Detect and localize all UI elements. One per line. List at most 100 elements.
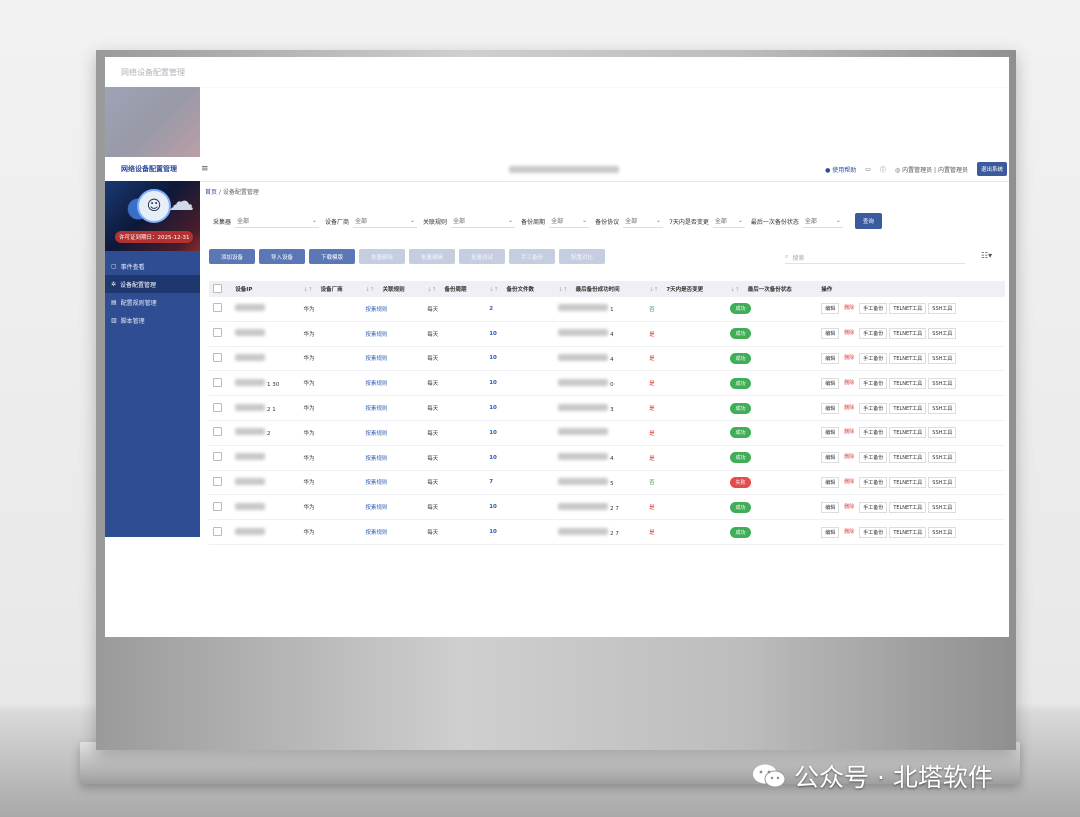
op-ssh-button[interactable]: SSH工具	[928, 526, 957, 538]
row-checkbox[interactable]	[213, 452, 222, 462]
op-ssh-button[interactable]: SSH工具	[928, 452, 957, 464]
rule-link[interactable]: 按素规则	[365, 505, 387, 511]
op-edit-button[interactable]: 编辑	[821, 427, 840, 439]
column-settings-icon[interactable]: ☷▾	[981, 251, 992, 260]
search-input[interactable]: ⌕ 搜索	[785, 251, 965, 264]
quit-button[interactable]: 退出系统	[976, 162, 1007, 176]
row-checkbox[interactable]	[213, 501, 222, 511]
batch-test-button[interactable]: 批量测试	[459, 249, 505, 264]
op-edit-button[interactable]: 编辑	[821, 501, 840, 513]
op-delete-button[interactable]: 删除	[841, 501, 858, 513]
op-edit-button[interactable]: 编辑	[821, 402, 840, 414]
op-telnet-button[interactable]: TELNET工具	[889, 328, 927, 340]
op-telnet-button[interactable]: TELNET工具	[889, 352, 927, 364]
row-checkbox[interactable]	[213, 328, 222, 338]
op-telnet-button[interactable]: TELNET工具	[889, 476, 927, 488]
op-delete-button[interactable]: 删除	[841, 328, 858, 340]
op-edit-button[interactable]: 编辑	[821, 377, 840, 389]
import-device-button[interactable]: 导入设备	[259, 249, 305, 264]
op-ssh-button[interactable]: SSH工具	[928, 476, 957, 488]
op-ssh-button[interactable]: SSH工具	[928, 501, 957, 513]
op-delete-button[interactable]: 删除	[841, 303, 858, 315]
table-row[interactable]: 华为 按素规则 每天 10 2 7 是 成功 编辑 删除 手工备份 TELNET工具 SSH工具	[209, 494, 1005, 521]
message-icon[interactable]: ▭	[865, 166, 871, 173]
op-manual-backup-button[interactable]: 手工备份	[859, 402, 888, 414]
table-row[interactable]: 1 30 华为 按素规则 每天 10 0 是 成功 编辑 删除 手工备份 TELNET工具 SSH工具	[209, 370, 1005, 397]
op-telnet-button[interactable]: TELNET工具	[889, 402, 927, 414]
help-link[interactable]: ● 使用帮助	[825, 165, 856, 174]
rule-link[interactable]: 按素规则	[365, 356, 387, 362]
batch-delete-button[interactable]: 批量删除	[359, 249, 405, 264]
files-link[interactable]: 10	[489, 455, 497, 461]
row-checkbox[interactable]	[213, 526, 222, 536]
op-edit-button[interactable]: 编辑	[821, 452, 840, 464]
table-row[interactable]: 华为 按素规则 每天 10 4 是 成功 编辑 删除 手工备份 TELNET工具 SSH工具	[209, 445, 1005, 471]
op-telnet-button[interactable]: TELNET工具	[889, 303, 927, 315]
rule-link[interactable]: 按素规则	[365, 480, 387, 486]
breadcrumb-home[interactable]: 首页	[205, 189, 217, 196]
op-ssh-button[interactable]: SSH工具	[928, 303, 957, 315]
op-delete-button[interactable]: 删除	[841, 352, 858, 364]
op-delete-button[interactable]: 删除	[841, 452, 858, 464]
op-manual-backup-button[interactable]: 手工备份	[859, 427, 888, 439]
header-vendor[interactable]: ↓↑ 设备厂商	[299, 281, 361, 297]
op-telnet-button[interactable]: TELNET工具	[889, 452, 927, 464]
row-checkbox[interactable]	[213, 402, 222, 412]
files-link[interactable]: 10	[489, 405, 497, 411]
op-ssh-button[interactable]: SSH工具	[928, 402, 957, 414]
collector-select[interactable]: 全部 ⌄	[235, 215, 320, 228]
info-icon[interactable]: ⓘ	[880, 165, 886, 174]
op-edit-button[interactable]: 编辑	[821, 352, 840, 364]
vendor-select[interactable]: 全部 ⌄	[353, 215, 418, 228]
table-row[interactable]: 2 1 华为 按素规则 每天 10 3 是 成功 编辑 删除 手工备份 TELNET工具 SSH工具	[209, 395, 1005, 421]
cycle-select[interactable]: 全部 ⌄	[549, 215, 590, 228]
op-manual-backup-button[interactable]: 手工备份	[859, 526, 888, 538]
op-manual-backup-button[interactable]: 手工备份	[859, 452, 888, 464]
table-row[interactable]: 华为 按素规则 每天 7 5 否 失败 编辑 删除 手工备份 TELNET工具 SSH工具	[209, 470, 1005, 496]
op-telnet-button[interactable]: TELNET工具	[889, 526, 927, 538]
op-ssh-button[interactable]: SSH工具	[928, 328, 957, 340]
files-link[interactable]: 10	[489, 504, 497, 510]
rule-link[interactable]: 按素规则	[365, 406, 387, 412]
op-telnet-button[interactable]: TELNET工具	[889, 377, 927, 389]
op-manual-backup-button[interactable]: 手工备份	[859, 476, 888, 488]
manual-backup-button[interactable]: 手工备份	[509, 249, 555, 264]
hamburger-icon[interactable]: ≡	[201, 164, 209, 174]
rule-link[interactable]: 按素规则	[365, 381, 387, 387]
add-device-button[interactable]: 添加设备	[209, 249, 255, 264]
protocol-select[interactable]: 全部 ⌄	[623, 215, 664, 228]
changed-select[interactable]: 全部 ⌄	[712, 215, 745, 228]
rule-link[interactable]: 按素规则	[365, 307, 387, 313]
header-cycle[interactable]: ↓↑ 备份周期	[423, 281, 485, 297]
op-edit-button[interactable]: 编辑	[821, 476, 840, 488]
files-link[interactable]: 7	[489, 479, 493, 485]
files-link[interactable]: 2	[489, 306, 493, 312]
config-compare-button[interactable]: 配置对比	[559, 249, 605, 264]
op-manual-backup-button[interactable]: 手工备份	[859, 303, 888, 315]
op-edit-button[interactable]: 编辑	[821, 328, 840, 340]
op-manual-backup-button[interactable]: 手工备份	[859, 501, 888, 513]
sidebar-item-rules[interactable]: ▤ 配置规则管理	[105, 293, 200, 311]
query-button[interactable]: 查询	[854, 213, 882, 229]
batch-edit-button[interactable]: 批量编辑	[409, 249, 455, 264]
table-row[interactable]: 2 华为 按素规则 每天 10 是 成功 编辑 删除 手工备份 TELNET工具 SSH工具	[209, 420, 1005, 446]
op-telnet-button[interactable]: TELNET工具	[889, 501, 927, 513]
op-manual-backup-button[interactable]: 手工备份	[859, 328, 888, 340]
rule-link[interactable]: 按素规则	[365, 530, 387, 536]
header-ip[interactable]: 设备IP	[231, 281, 299, 297]
files-link[interactable]: 10	[489, 380, 497, 386]
header-rule[interactable]: ↓↑ 关联规则	[361, 281, 423, 297]
row-checkbox[interactable]	[213, 427, 222, 437]
op-ssh-button[interactable]: SSH工具	[928, 377, 957, 389]
files-link[interactable]: 10	[489, 355, 497, 361]
op-telnet-button[interactable]: TELNET工具	[889, 427, 927, 439]
table-row[interactable]: 华为 按素规则 每天 10 2 7 是 成功 编辑 删除 手工备份 TELNET工具 SSH工具	[209, 519, 1005, 545]
rule-select[interactable]: 全部 ⌄	[451, 215, 516, 228]
table-row[interactable]: 华为 按素规则 每天 10 4 是 成功 编辑 删除 手工备份 TELNET工具 SSH工具	[209, 321, 1005, 347]
sidebar-item-events[interactable]: ▢ 事件查看	[105, 257, 200, 275]
files-link[interactable]: 10	[489, 331, 497, 337]
op-edit-button[interactable]: 编辑	[821, 303, 840, 315]
table-row[interactable]: 华为 按素规则 每天 2 1 否 成功 编辑 删除 手工备份 TELNET工具 SSH工具	[209, 297, 1005, 322]
op-ssh-button[interactable]: SSH工具	[928, 352, 957, 364]
op-edit-button[interactable]: 编辑	[821, 526, 840, 538]
